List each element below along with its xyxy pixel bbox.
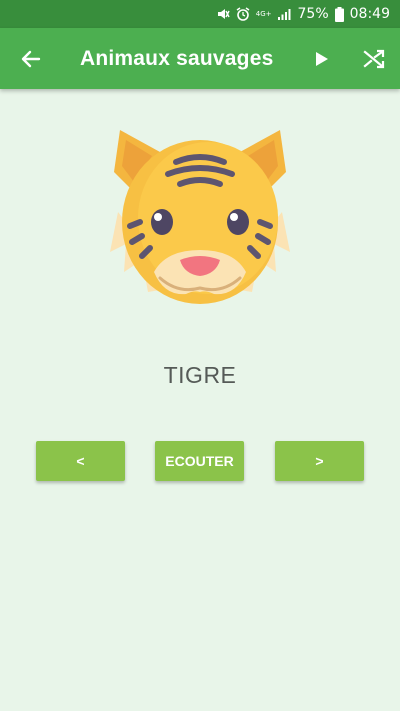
page-title: Animaux sauvages: [80, 46, 274, 70]
mute-icon: [216, 7, 230, 21]
play-icon: [316, 51, 328, 66]
next-button[interactable]: >: [275, 441, 364, 481]
network-type: 4G+: [255, 9, 272, 18]
battery-percent: 75%: [297, 6, 329, 22]
clock-time: 08:49: [349, 6, 390, 22]
signal-icon: [277, 8, 292, 20]
animal-name: TIGRE: [163, 362, 237, 388]
app-bar: Animaux sauvages: [0, 28, 400, 89]
shuffle-button[interactable]: [348, 28, 400, 89]
status-bar: 4G+ 75% 08:49: [0, 0, 400, 28]
shuffle-icon: [363, 49, 385, 68]
previous-button[interactable]: <: [36, 441, 125, 481]
back-button[interactable]: [0, 28, 62, 89]
tiger-face-icon: [108, 122, 292, 312]
listen-button[interactable]: ECOUTER: [155, 441, 244, 481]
arrow-left-icon: [21, 50, 41, 67]
alarm-icon: [236, 7, 250, 21]
play-button[interactable]: [296, 28, 348, 89]
battery-icon: [334, 6, 344, 22]
